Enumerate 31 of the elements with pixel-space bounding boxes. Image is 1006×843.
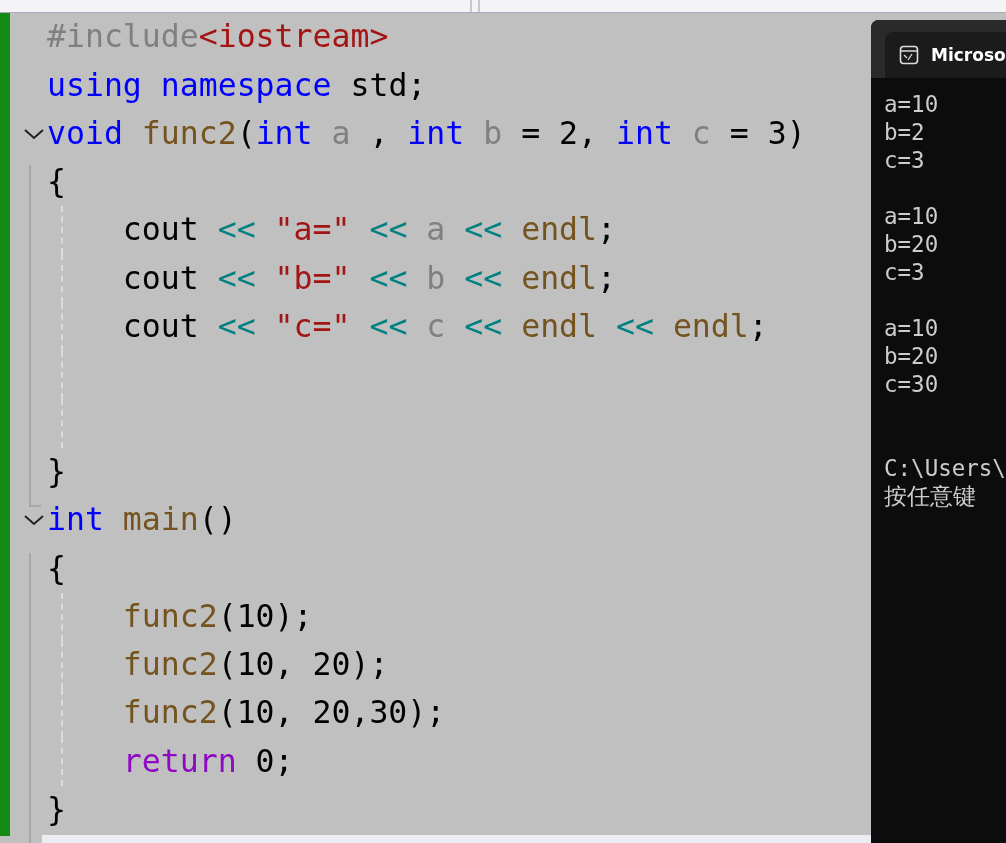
console-output-line: b=20	[884, 231, 939, 257]
code-line: cout << "a=" << a << endl;	[121, 211, 616, 250]
console-output-line: c=30	[884, 371, 939, 397]
code-line: using namespace std;	[47, 66, 427, 105]
console-output-line: b=20	[884, 343, 939, 369]
code-line: void func2(int a , int b = 2, int c = 3)	[47, 114, 806, 153]
console-output-line: C:\Users\	[884, 455, 1006, 481]
code-line: func2(10, 20);	[121, 646, 389, 684]
code-line: }	[47, 791, 66, 829]
console-tab[interactable]: Microso	[885, 32, 1006, 78]
code-line: int main()	[47, 501, 237, 539]
console-output-line: 按任意键	[884, 483, 976, 509]
console-output-line: c=3	[884, 259, 925, 285]
console-output-line: a=10	[884, 203, 939, 229]
code-line: {	[47, 549, 66, 588]
fold-chevron-icon[interactable]	[23, 126, 45, 141]
code-line: cout << "b=" << b << endl;	[121, 259, 616, 298]
console-output-line: c=3	[884, 147, 925, 173]
terminal-icon	[899, 45, 919, 65]
console-output-line: b=2	[884, 119, 925, 145]
code-line: cout << "c=" << c << endl << endl;	[121, 308, 768, 346]
code-line: func2(10);	[121, 597, 313, 636]
code-line: #include<iostream>	[47, 18, 389, 57]
code-line: return 0;	[121, 742, 294, 781]
code-line: }	[47, 452, 66, 491]
fold-chevron-icon[interactable]	[23, 513, 45, 528]
code-line: {	[47, 163, 66, 201]
console-output-line: a=10	[884, 91, 939, 117]
console-output-line: a=10	[884, 315, 939, 341]
code-line: func2(10, 20,30);	[121, 694, 446, 733]
horizontal-scrollbar[interactable]	[42, 835, 871, 843]
